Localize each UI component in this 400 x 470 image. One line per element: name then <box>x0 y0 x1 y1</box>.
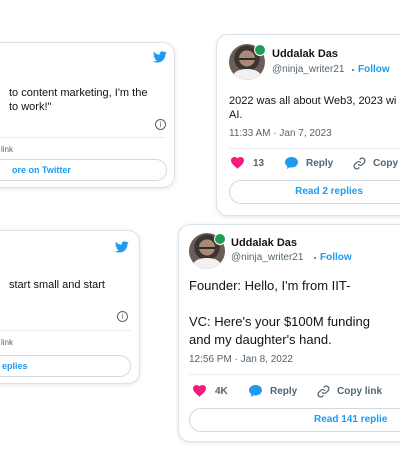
twitter-bird-icon[interactable] <box>115 241 129 253</box>
tweet-text-line-1: 2022 was all about Web3, 2023 wi <box>229 95 397 107</box>
copy-label: Copy link <box>337 386 383 397</box>
read-more-on-twitter-button[interactable]: ore on Twitter <box>0 159 167 181</box>
tweet-timestamp[interactable]: 12:56 PM · Jan 8, 2022 <box>189 354 293 365</box>
copy-link-label[interactable]: link <box>1 338 13 347</box>
tweet-card-top-right: Uddalak Das @ninja_writer21 Follow 2022 … <box>216 34 400 216</box>
author-handle[interactable]: @ninja_writer21 <box>231 252 303 263</box>
divider <box>189 374 400 375</box>
twitter-bird-icon[interactable] <box>153 51 167 63</box>
link-icon <box>353 157 366 170</box>
heart-icon <box>193 385 206 397</box>
tweet-text-line-2: AI. <box>229 109 243 121</box>
info-icon[interactable]: i <box>155 119 166 130</box>
speech-bubble-icon <box>285 157 298 169</box>
meta-separator <box>314 257 316 259</box>
reply-label: Reply <box>270 385 298 397</box>
read-replies-button[interactable]: Read 2 replies <box>229 180 400 204</box>
meta-separator <box>352 69 354 71</box>
link-icon <box>317 385 330 398</box>
info-icon[interactable]: i <box>117 311 128 322</box>
reply-label: Reply <box>306 157 334 169</box>
author-name[interactable]: Uddalak Das <box>231 237 297 249</box>
tweet-text-line-1: start small and start <box>9 279 105 291</box>
divider <box>0 137 166 138</box>
read-replies-button[interactable]: Read 141 replie <box>189 408 400 432</box>
follow-link[interactable]: Follow <box>358 64 390 75</box>
tweet-text-line-3: and my daughter's hand. <box>189 332 332 347</box>
read-replies-button[interactable]: eplies <box>0 355 131 377</box>
tweet-timestamp[interactable]: 11:33 AM · Jan 7, 2023 <box>229 128 332 139</box>
reply-button[interactable]: Reply <box>285 157 333 169</box>
reply-button[interactable]: Reply <box>249 385 297 397</box>
like-count: 13 <box>253 157 265 169</box>
divider <box>229 148 400 149</box>
divider <box>0 330 131 331</box>
tweet-card-bottom-right: Uddalak Das @ninja_writer21 Follow Found… <box>178 224 400 442</box>
copy-link-label[interactable]: link <box>1 145 13 154</box>
follow-link[interactable]: Follow <box>320 252 352 263</box>
like-count: 4K <box>215 385 228 397</box>
like-button[interactable]: 4K <box>193 385 228 397</box>
speech-bubble-icon <box>249 385 262 397</box>
tweet-text-line-2: to work!" <box>9 101 52 113</box>
tweet-text-line-1: to content marketing, I'm the <box>9 87 148 99</box>
copy-link-button[interactable]: Copy <box>353 157 398 170</box>
verified-badge-icon <box>254 44 266 56</box>
tweet-card-top-left: to content marketing, I'm the to work!" … <box>0 42 175 188</box>
copy-link-button[interactable]: Copy link <box>317 385 382 398</box>
author-handle[interactable]: @ninja_writer21 <box>272 64 344 75</box>
verified-badge-icon <box>214 233 226 245</box>
like-button[interactable]: 13 <box>231 157 264 169</box>
author-name[interactable]: Uddalak Das <box>272 48 338 60</box>
heart-icon <box>231 157 244 169</box>
copy-label: Copy <box>373 158 398 169</box>
tweet-text-line-2: VC: Here's your $100M funding <box>189 314 370 329</box>
tweet-text-line-1: Founder: Hello, I'm from IIT- <box>189 278 351 293</box>
tweet-card-bottom-left: start small and start i link eplies <box>0 230 140 384</box>
